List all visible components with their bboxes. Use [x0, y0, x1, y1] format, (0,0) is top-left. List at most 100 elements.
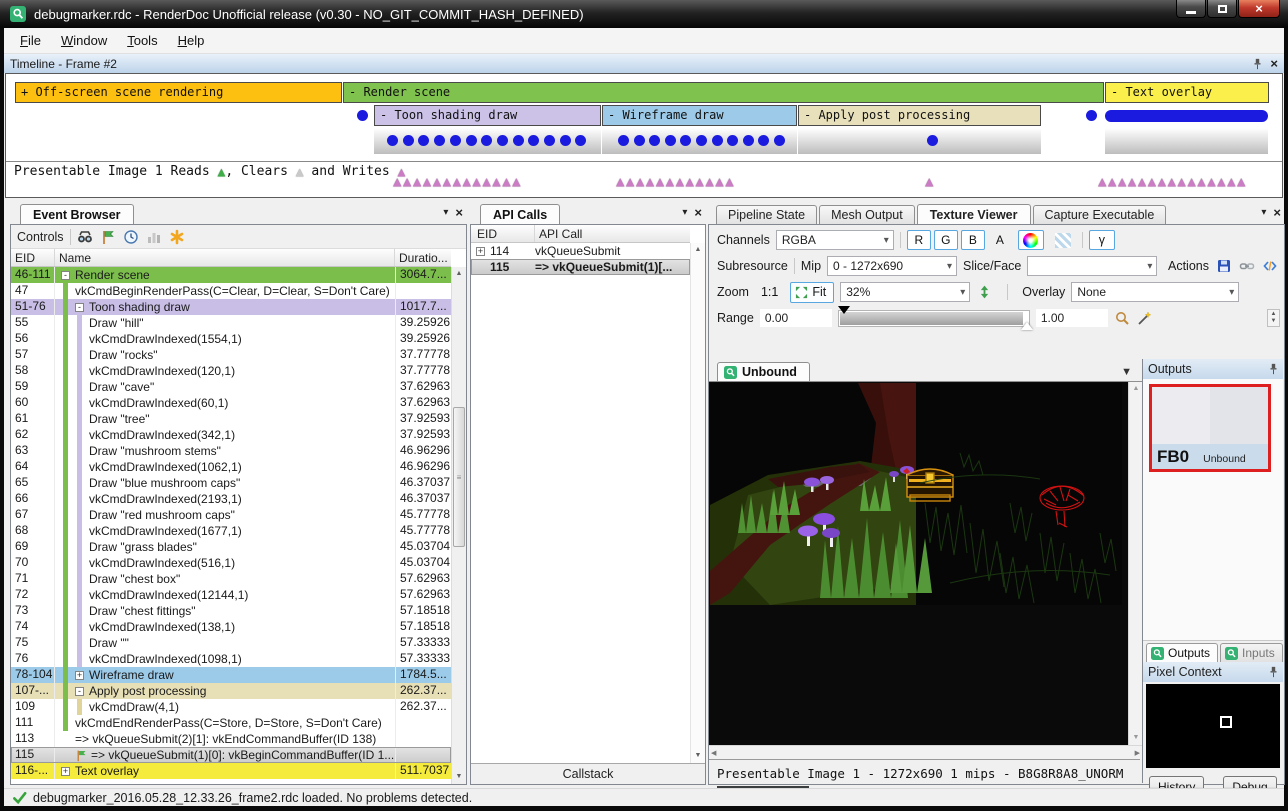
tab-texture-viewer[interactable]: Texture Viewer: [917, 204, 1031, 224]
channel-b-button[interactable]: B: [961, 230, 985, 250]
scroll-thumb[interactable]: ≡: [453, 407, 465, 547]
event-row[interactable]: 115=> vkQueueSubmit(1)[0]: vkBeginComman…: [11, 747, 451, 763]
api-call-row[interactable]: +114vkQueueSubmit: [471, 243, 690, 259]
timeline-marker-bar[interactable]: - Wireframe draw: [602, 105, 797, 126]
event-row[interactable]: 72vkCmdDrawIndexed(12144,1)57.62963: [11, 587, 451, 603]
event-row[interactable]: 111vkCmdEndRenderPass(C=Store, D=Store, …: [11, 715, 451, 731]
texture-preview-image[interactable]: [710, 383, 1122, 605]
tab-mesh-output[interactable]: Mesh Output: [819, 205, 915, 224]
menu-item-help[interactable]: Help: [168, 30, 215, 51]
pin-icon[interactable]: [1253, 58, 1262, 70]
event-row[interactable]: 107-...-Apply post processing262.37...: [11, 683, 451, 699]
tab-api-calls[interactable]: API Calls: [480, 204, 560, 224]
channel-g-button[interactable]: G: [934, 230, 958, 250]
event-row[interactable]: 46-111-Render scene3064.7...: [11, 267, 451, 283]
pixel-context-view[interactable]: [1146, 684, 1280, 768]
event-row[interactable]: 59Draw "cave"37.62963: [11, 379, 451, 395]
display-hscrollbar[interactable]: ◀▶: [709, 745, 1142, 759]
event-row[interactable]: 75Draw ""57.33333: [11, 635, 451, 651]
scroll-down-icon[interactable]: ▼: [1129, 731, 1143, 745]
expander-icon[interactable]: -: [75, 303, 84, 312]
draw-call-dot[interactable]: [618, 135, 629, 146]
range-spinner[interactable]: ▲▼: [1267, 309, 1280, 327]
draw-call-dot[interactable]: [357, 110, 368, 121]
event-row[interactable]: 56vkCmdDrawIndexed(1554,1)39.25926: [11, 331, 451, 347]
api-calls-scrollbar[interactable]: ▲ ▼: [690, 243, 705, 763]
scroll-down-icon[interactable]: ▼: [691, 749, 705, 763]
event-row[interactable]: 68vkCmdDrawIndexed(1677,1)45.77778: [11, 523, 451, 539]
expander-icon[interactable]: -: [61, 271, 70, 280]
alpha-background-button[interactable]: [1050, 230, 1076, 250]
fit-button[interactable]: Fit: [790, 282, 834, 303]
menu-item-window[interactable]: Window: [51, 30, 117, 51]
gamma-button[interactable]: γ: [1089, 230, 1115, 250]
event-row[interactable]: 109vkCmdDraw(4,1)262.37...: [11, 699, 451, 715]
event-row[interactable]: 63Draw "mushroom stems"46.96296: [11, 443, 451, 459]
range-black-point-handle[interactable]: [838, 306, 850, 314]
fb0-thumbnail[interactable]: FB0 Unbound: [1149, 384, 1271, 472]
scroll-up-icon[interactable]: ▲: [452, 267, 466, 281]
bookmark-icon[interactable]: [169, 228, 186, 245]
event-row[interactable]: 64vkCmdDrawIndexed(1062,1)46.96296: [11, 459, 451, 475]
scroll-down-icon[interactable]: ▼: [452, 770, 466, 784]
close-panel-icon[interactable]: ×: [694, 206, 702, 219]
event-row[interactable]: 116-...+Text overlay511.7037: [11, 763, 451, 779]
event-row[interactable]: 47vkCmdBeginRenderPass(C=Clear, D=Clear,…: [11, 283, 451, 299]
menu-item-file[interactable]: File: [10, 30, 51, 51]
draw-call-dot[interactable]: [927, 135, 938, 146]
draw-call-dot[interactable]: [403, 135, 414, 146]
draw-call-dot[interactable]: [634, 135, 645, 146]
expander-icon[interactable]: -: [75, 687, 84, 696]
column-api-call[interactable]: API Call: [535, 225, 690, 242]
pin-icon[interactable]: [1269, 666, 1278, 678]
column-name[interactable]: Name: [55, 249, 395, 266]
event-row[interactable]: 69Draw "grass blades"45.03704: [11, 539, 451, 555]
save-icon[interactable]: [1215, 258, 1232, 275]
draw-call-dot[interactable]: [497, 135, 508, 146]
event-row[interactable]: 60vkCmdDrawIndexed(60,1)37.62963: [11, 395, 451, 411]
column-eid[interactable]: EID: [471, 225, 535, 242]
tab-unbound-texture[interactable]: Unbound: [717, 362, 810, 381]
draw-call-dot[interactable]: [712, 135, 723, 146]
range-slider[interactable]: [838, 310, 1030, 327]
texture-list-dropdown-icon[interactable]: ▼: [1121, 366, 1132, 381]
open-code-icon[interactable]: [1261, 258, 1278, 275]
scroll-left-icon[interactable]: ◀: [711, 749, 716, 757]
close-panel-icon[interactable]: ×: [1270, 57, 1278, 70]
tab-event-browser[interactable]: Event Browser: [20, 204, 134, 224]
pin-icon[interactable]: [1269, 363, 1278, 375]
close-panel-icon[interactable]: ×: [1273, 206, 1281, 219]
draw-call-dot[interactable]: [743, 135, 754, 146]
event-row[interactable]: 55Draw "hill"39.25926: [11, 315, 451, 331]
event-row[interactable]: 70vkCmdDrawIndexed(516,1)45.03704: [11, 555, 451, 571]
event-row[interactable]: 62vkCmdDrawIndexed(342,1)37.92593: [11, 427, 451, 443]
timeline-canvas[interactable]: Presentable Image 1 Reads , Clears and W…: [5, 73, 1283, 198]
event-row[interactable]: 66vkCmdDrawIndexed(2193,1)46.37037: [11, 491, 451, 507]
event-row[interactable]: 78-104+Wireframe draw1784.5...: [11, 667, 451, 683]
flip-vertical-icon[interactable]: [976, 284, 993, 301]
event-row[interactable]: 57Draw "rocks"37.77778: [11, 347, 451, 363]
tab-capture-executable[interactable]: Capture Executable: [1033, 205, 1167, 224]
draw-call-dot[interactable]: [774, 135, 785, 146]
draw-call-dot[interactable]: [387, 135, 398, 146]
api-call-row[interactable]: 115=> vkQueueSubmit(1)[...: [471, 259, 690, 275]
channel-r-button[interactable]: R: [907, 230, 931, 250]
overlay-select[interactable]: None: [1071, 282, 1239, 302]
timeline-marker-bar[interactable]: + Off-screen scene rendering: [15, 82, 342, 103]
zoom-range-icon[interactable]: [1114, 310, 1131, 327]
timeline-marker-bar[interactable]: - Text overlay: [1105, 82, 1269, 103]
event-row[interactable]: 61Draw "tree"37.92593: [11, 411, 451, 427]
close-panel-icon[interactable]: ×: [455, 206, 463, 219]
event-row[interactable]: 51-76-Toon shading draw1017.7...: [11, 299, 451, 315]
draw-call-dot[interactable]: [544, 135, 555, 146]
timeline-marker-bar[interactable]: - Apply post processing: [798, 105, 1041, 126]
range-slider-bar[interactable]: [840, 312, 1023, 325]
draw-call-capsule[interactable]: [1105, 110, 1268, 122]
scroll-right-icon[interactable]: ▶: [1135, 749, 1140, 757]
range-max-field[interactable]: 1.00: [1036, 309, 1108, 327]
slice-face-select[interactable]: [1027, 256, 1157, 276]
timeline-panel-header[interactable]: Timeline - Frame #2 ×: [4, 54, 1284, 73]
zoom-1to1-button[interactable]: 1:1: [755, 283, 784, 301]
scroll-up-icon[interactable]: ▲: [691, 243, 705, 257]
menu-item-tools[interactable]: Tools: [117, 30, 167, 51]
